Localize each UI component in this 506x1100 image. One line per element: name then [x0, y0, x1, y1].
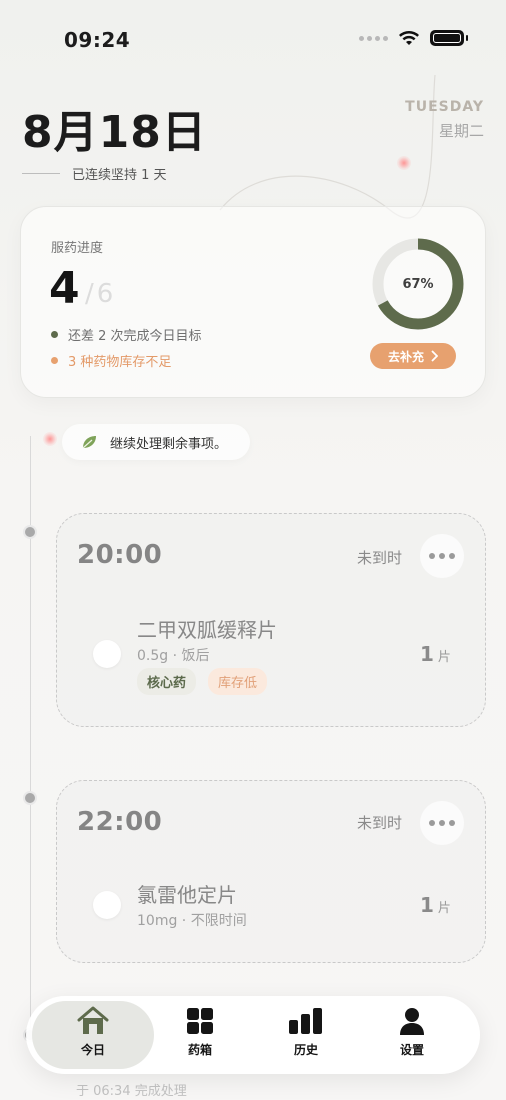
take-dose-checkbox[interactable]	[93, 640, 121, 668]
quantity-unit: 片	[437, 650, 451, 665]
more-options-button[interactable]	[420, 801, 464, 845]
person-icon	[400, 1008, 424, 1035]
tab-medicine-box[interactable]: 药箱	[155, 1006, 245, 1058]
dose-status: 未到时	[357, 814, 403, 832]
quantity-value: 1	[420, 893, 434, 917]
remaining-goal-text: 还差 2 次完成今日目标	[68, 329, 202, 344]
tab-label: 药箱	[187, 1043, 212, 1057]
dose-card[interactable]: 20:00 未到时 二甲双胍缓释片 0.5g · 饭后 核心药 库存低 1片	[56, 513, 486, 727]
progress-total-count: 6	[96, 279, 114, 309]
dose-time: 20:00	[77, 540, 163, 570]
restock-button[interactable]: 去补充	[370, 343, 456, 369]
weekday-en: TUESDAY	[405, 99, 484, 115]
tab-history[interactable]: 历史	[261, 1006, 351, 1058]
streak-text: 已连续坚持 1 天	[72, 168, 167, 183]
home-icon	[77, 1006, 109, 1034]
medicine-tags: 核心药 库存低	[137, 668, 268, 695]
orange-bullet-icon	[51, 357, 58, 364]
status-time: 09:24	[64, 28, 131, 52]
tab-label: 今日	[80, 1043, 105, 1057]
completed-note: 于 06:34 完成处理	[76, 1084, 187, 1099]
take-dose-checkbox[interactable]	[93, 891, 121, 919]
hint-pill: 继续处理剩余事项。	[62, 424, 250, 460]
progress-total: /6	[85, 279, 114, 309]
status-icons	[359, 30, 468, 46]
progress-taken-count: 4	[49, 263, 80, 314]
tab-label: 历史	[293, 1043, 318, 1057]
hint-text: 继续处理剩余事项。	[110, 436, 228, 452]
tab-bar: 今日 药箱 历史 设置	[26, 996, 480, 1074]
remaining-goal-row: 还差 2 次完成今日目标	[51, 325, 202, 344]
low-stock-text: 3 种药物库存不足	[68, 355, 172, 370]
medicine-quantity: 1片	[420, 642, 451, 666]
grid-icon	[187, 1008, 213, 1034]
leaf-icon	[82, 436, 96, 449]
progress-label: 服药进度	[51, 241, 104, 256]
page-title-date: 8月18日	[22, 107, 207, 158]
more-options-button[interactable]	[420, 534, 464, 578]
medicine-detail: 10mg · 不限时间	[137, 913, 247, 929]
green-bullet-icon	[51, 331, 58, 338]
decorative-curve	[219, 74, 436, 219]
tab-label: 设置	[399, 1043, 424, 1057]
progress-percent: 67%	[402, 276, 434, 292]
decorative-dot	[397, 156, 411, 170]
restock-button-label: 去补充	[387, 349, 424, 364]
medicine-detail: 0.5g · 饭后	[137, 648, 210, 664]
dose-time: 22:00	[77, 807, 163, 837]
medicine-quantity: 1片	[420, 893, 451, 917]
battery-icon	[430, 30, 468, 46]
medicine-name: 氯雷他定片	[137, 883, 237, 907]
medicine-name: 二甲双胍缓释片	[137, 618, 277, 642]
bar-chart-icon	[289, 1008, 322, 1034]
timeline-node	[23, 791, 37, 805]
decorative-dot	[43, 432, 57, 446]
progress-card: 服药进度 4 /6 还差 2 次完成今日目标 3 种药物库存不足 67% 去补充	[20, 206, 486, 398]
tab-settings[interactable]: 设置	[367, 1006, 457, 1058]
low-stock-row: 3 种药物库存不足	[51, 351, 171, 370]
tab-today[interactable]: 今日	[48, 1006, 138, 1058]
dose-status: 未到时	[357, 549, 403, 567]
streak-divider	[22, 173, 60, 174]
weekday-cn: 星期二	[438, 122, 484, 140]
quantity-unit: 片	[437, 901, 451, 916]
tag-core: 核心药	[137, 668, 197, 695]
signal-dots-icon	[359, 35, 388, 41]
chevron-right-icon	[431, 350, 438, 362]
tag-low-stock: 库存低	[208, 668, 268, 695]
wifi-icon	[399, 31, 419, 45]
quantity-value: 1	[420, 642, 434, 666]
dose-card[interactable]: 22:00 未到时 氯雷他定片 10mg · 不限时间 1片	[56, 780, 486, 963]
timeline-node	[23, 525, 37, 539]
